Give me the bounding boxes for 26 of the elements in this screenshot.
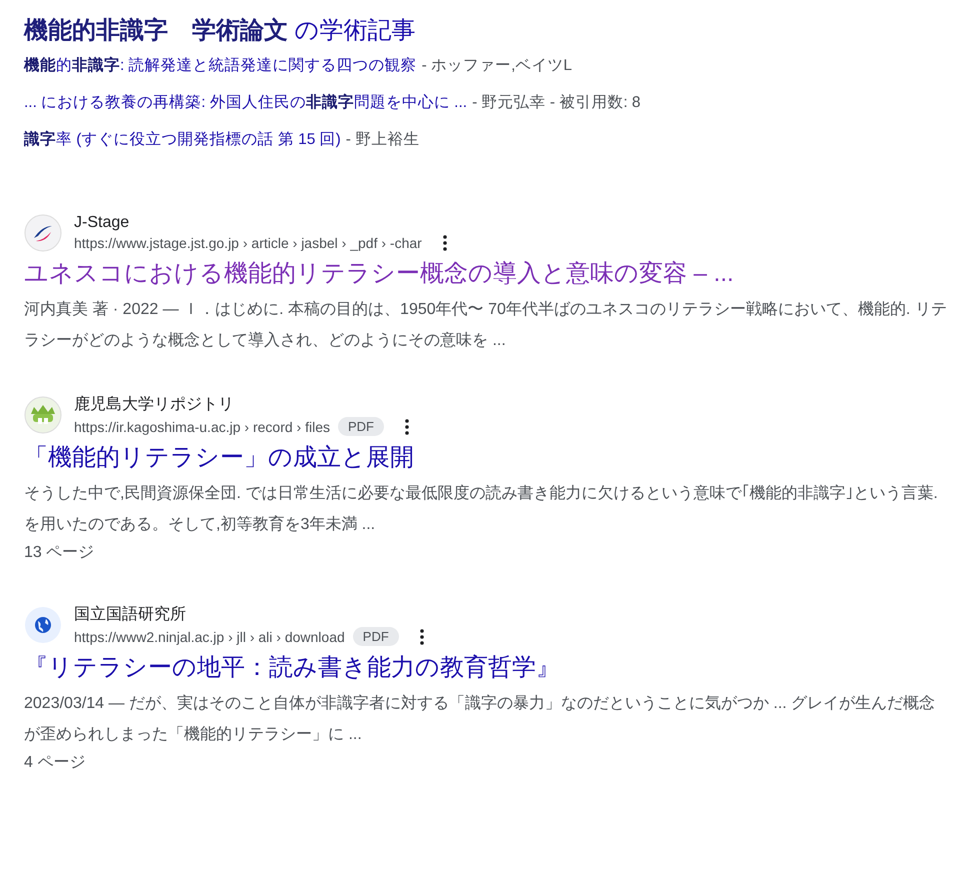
globe-icon: [24, 606, 62, 644]
crest-logo-icon: [24, 396, 62, 434]
article-link[interactable]: 識字率 (すぐに役立つ開発指標の話 第 15 回): [24, 131, 341, 148]
result-title[interactable]: 『リテラシーの地平：読み書き能力の教育哲学』: [24, 652, 948, 684]
result-url: https://www2.ninjal.ac.jp › jll › ali › download: [74, 628, 345, 644]
swoosh-logo-icon: [24, 214, 62, 252]
site-name: J-Stage: [74, 214, 130, 232]
result-snippet: 2023/03/14 — だが、実はそのこと自体が非識字者に対する「識字の暴力」なのだということに気がつか ... グレイが生んだ概念が歪められしまった「機能的リテラシー」に ...: [24, 694, 936, 745]
result-title[interactable]: ユネスコにおける機能的リテラシー概念の導入と意味の変容 – ...: [24, 258, 948, 290]
section-heading: 機能的非識字 学術論文 の学術記事: [24, 16, 417, 46]
article-link[interactable]: 機能的非識字: 読解発達と統語発達に関する四つの観察: [24, 57, 417, 74]
result-snippet: 河内真美 著 · 2022 — Ｉ．はじめに. 本稿の目的は、1950年代〜 70年代半ばのユネスコのリテラシー戦略において、機能的. リテラシーがどのような概念として導入され、どのようにその意味を ...: [24, 300, 948, 351]
site-name: 国立国語研究所: [74, 604, 187, 625]
result-url: https://ir.kagoshima-u.ac.jp › record › files: [74, 418, 330, 434]
site-name: 鹿児島大学リポジトリ: [74, 394, 235, 415]
file-type-badge: PDF: [338, 417, 384, 436]
article-link[interactable]: ... における教養の再構築: 外国人住民の非識字問題を中心に ...: [24, 94, 468, 111]
result-snippet: そうした中で,民間資源保全団. では日常生活に必要な最低限度の読み書き能力に欠けるという意味で｢機能的非識字｣という言葉. を用いたのである。そして,初等教育を3年未満 ...: [24, 484, 939, 535]
result-title[interactable]: 「機能的リテラシー」の成立と展開: [24, 442, 948, 474]
article-author: - ホッファー,ベイツL: [422, 57, 572, 74]
article-author: - 野上裕生: [346, 131, 420, 148]
file-type-badge: PDF: [352, 627, 399, 646]
page-count: 4 ページ: [24, 753, 86, 773]
page-count: 13 ページ: [24, 543, 96, 563]
result-url: https://www.jstage.jst.go.jp › article › jasbel › _pdf › -char: [74, 235, 422, 251]
article-author: - 野元弘幸 - 被引用数: 8: [472, 94, 641, 111]
